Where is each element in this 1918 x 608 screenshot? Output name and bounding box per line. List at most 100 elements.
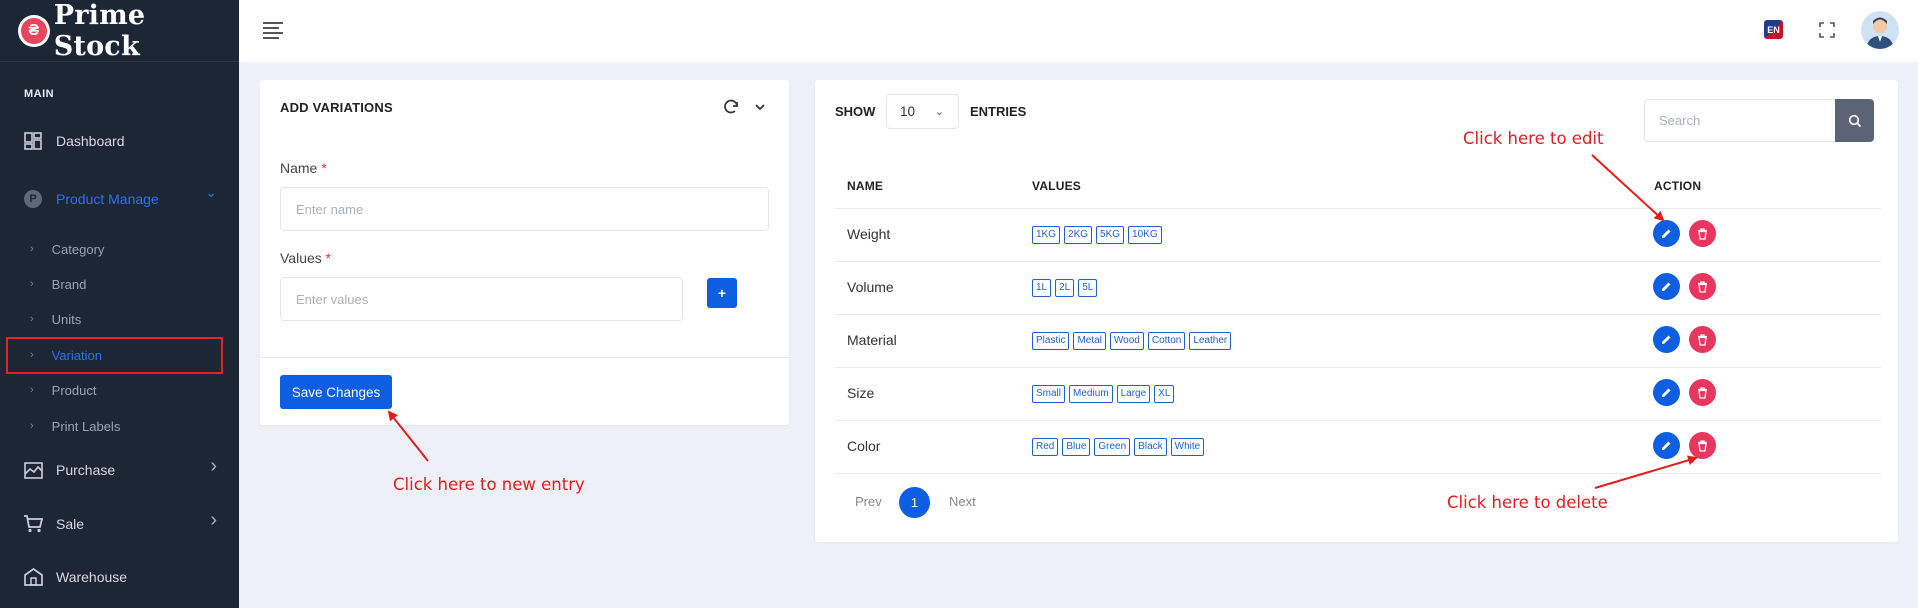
- row-values: Plastic Metal Wood Cotton Leather: [1032, 332, 1232, 350]
- trash-icon: [1698, 227, 1707, 240]
- pencil-icon: [1662, 229, 1671, 238]
- language-flag[interactable]: EN: [1764, 20, 1783, 39]
- logo-mark-icon: ₴: [18, 14, 50, 47]
- sidebar-item-label: Sale: [56, 516, 85, 532]
- value-tag: Small: [1032, 385, 1066, 403]
- value-tag: 1L: [1032, 279, 1052, 297]
- language-label: EN: [1767, 24, 1780, 35]
- value-tag: Green: [1094, 438, 1131, 456]
- value-tag: Red: [1032, 438, 1059, 456]
- edit-button[interactable]: [1653, 326, 1680, 353]
- add-value-button[interactable]: +: [707, 278, 737, 308]
- bullet-icon: ›: [30, 420, 34, 432]
- value-tag: Plastic: [1032, 332, 1070, 350]
- row-values: Small Medium Large XL: [1032, 385, 1175, 403]
- menu-toggle-icon[interactable]: [263, 22, 283, 39]
- show-label: SHOW: [835, 104, 876, 119]
- delete-button[interactable]: [1689, 432, 1716, 459]
- add-variations-card: ADD VARIATIONS Name * Enter name Values …: [260, 80, 789, 425]
- top-bar: EN: [239, 0, 1918, 62]
- dashboard-icon: [22, 130, 44, 152]
- entries-label: ENTRIES: [970, 104, 1027, 119]
- name-input[interactable]: Enter name: [280, 187, 769, 231]
- row-divider: [835, 473, 1881, 474]
- table-header-divider: [835, 208, 1881, 209]
- logo-glyph: ₴: [28, 21, 40, 39]
- value-tag: 1KG: [1032, 226, 1061, 244]
- sidebar-subitem-label: Product: [51, 382, 97, 398]
- delete-button[interactable]: [1689, 379, 1716, 406]
- sidebar-item-product-manage[interactable]: P Product Manage ⌄: [0, 184, 239, 212]
- card-title: ADD VARIATIONS: [280, 100, 393, 115]
- search-icon: [1848, 114, 1861, 127]
- annotation-delete: Click here to delete: [1447, 493, 1608, 512]
- delete-button[interactable]: [1689, 220, 1716, 247]
- refresh-icon[interactable]: [722, 98, 740, 116]
- chevron-down-icon: ⌄: [934, 106, 944, 118]
- value-tag: Cotton: [1147, 332, 1186, 350]
- annotation-new-entry: Click here to new entry: [393, 475, 585, 494]
- bullet-icon: ›: [30, 313, 34, 325]
- name-label: Name *: [280, 160, 327, 176]
- value-tag: Blue: [1062, 438, 1091, 456]
- value-tag: Large: [1116, 385, 1151, 403]
- sidebar-subitem-category[interactable]: › Category: [0, 240, 239, 258]
- sidebar-item-label: Warehouse: [56, 569, 128, 585]
- value-tag: Wood: [1109, 332, 1144, 350]
- pagination-prev[interactable]: Prev: [855, 494, 882, 509]
- value-tag: 2L: [1055, 279, 1075, 297]
- edit-button[interactable]: [1653, 220, 1680, 247]
- page-size-select[interactable]: 10 ⌄: [886, 94, 959, 129]
- sidebar-item-dashboard[interactable]: Dashboard: [0, 128, 239, 154]
- sidebar-item-sale[interactable]: Sale ›: [0, 509, 239, 537]
- sidebar-subitem-units[interactable]: › Units: [0, 310, 239, 328]
- trash-icon: [1698, 439, 1707, 452]
- sidebar-subitem-brand[interactable]: › Brand: [0, 275, 239, 293]
- row-divider: [835, 314, 1881, 315]
- value-tag: Leather: [1189, 332, 1232, 350]
- chevron-down-icon[interactable]: [753, 100, 767, 114]
- required-mark: *: [325, 250, 332, 266]
- values-label-text: Values: [280, 250, 322, 266]
- edit-button[interactable]: [1653, 379, 1680, 406]
- product-letter: P: [24, 190, 42, 208]
- edit-button[interactable]: [1653, 432, 1680, 459]
- fullscreen-icon[interactable]: [1819, 22, 1835, 38]
- save-changes-button[interactable]: Save Changes: [280, 375, 392, 409]
- row-name: Weight: [847, 226, 891, 242]
- delete-button[interactable]: [1689, 273, 1716, 300]
- pagination-next[interactable]: Next: [949, 494, 976, 509]
- chevron-right-icon: ›: [210, 455, 217, 477]
- annotation-edit: Click here to edit: [1463, 129, 1604, 148]
- sidebar-subitem-print-labels[interactable]: › Print Labels: [0, 417, 239, 435]
- row-divider: [835, 261, 1881, 262]
- search-input[interactable]: Search: [1644, 99, 1835, 142]
- row-values: 1L 2L 5L: [1032, 279, 1098, 297]
- pagination-page-1[interactable]: 1: [899, 487, 930, 518]
- name-label-text: Name: [280, 160, 318, 176]
- sidebar-subitem-product[interactable]: › Product: [0, 381, 239, 399]
- row-name: Color: [847, 438, 881, 454]
- value-tag: Black: [1134, 438, 1167, 456]
- value-tag: Metal: [1073, 332, 1106, 350]
- column-header-name: NAME: [847, 179, 884, 193]
- sidebar-item-purchase[interactable]: Purchase ›: [0, 455, 239, 483]
- avatar[interactable]: [1861, 11, 1899, 49]
- bullet-icon: ›: [30, 384, 34, 396]
- value-tag: 2KG: [1064, 226, 1093, 244]
- search-button[interactable]: [1835, 99, 1874, 142]
- value-tag: 5L: [1078, 279, 1098, 297]
- row-divider: [835, 367, 1881, 368]
- row-values: Red Blue Green Black White: [1032, 438, 1205, 456]
- product-icon: P: [22, 188, 44, 210]
- value-tag: White: [1170, 438, 1205, 456]
- logo[interactable]: ₴ Prime Stock: [0, 0, 239, 62]
- edit-button[interactable]: [1653, 273, 1680, 300]
- pencil-icon: [1662, 388, 1671, 397]
- values-label: Values *: [280, 250, 331, 266]
- delete-button[interactable]: [1689, 326, 1716, 353]
- sidebar-item-warehouse[interactable]: Warehouse: [0, 564, 239, 590]
- values-input[interactable]: Enter values: [280, 277, 683, 321]
- chevron-down-icon: ⌄: [205, 184, 217, 200]
- variations-table-card: SHOW 10 ⌄ ENTRIES Search NAME VALUES ACT…: [815, 80, 1898, 542]
